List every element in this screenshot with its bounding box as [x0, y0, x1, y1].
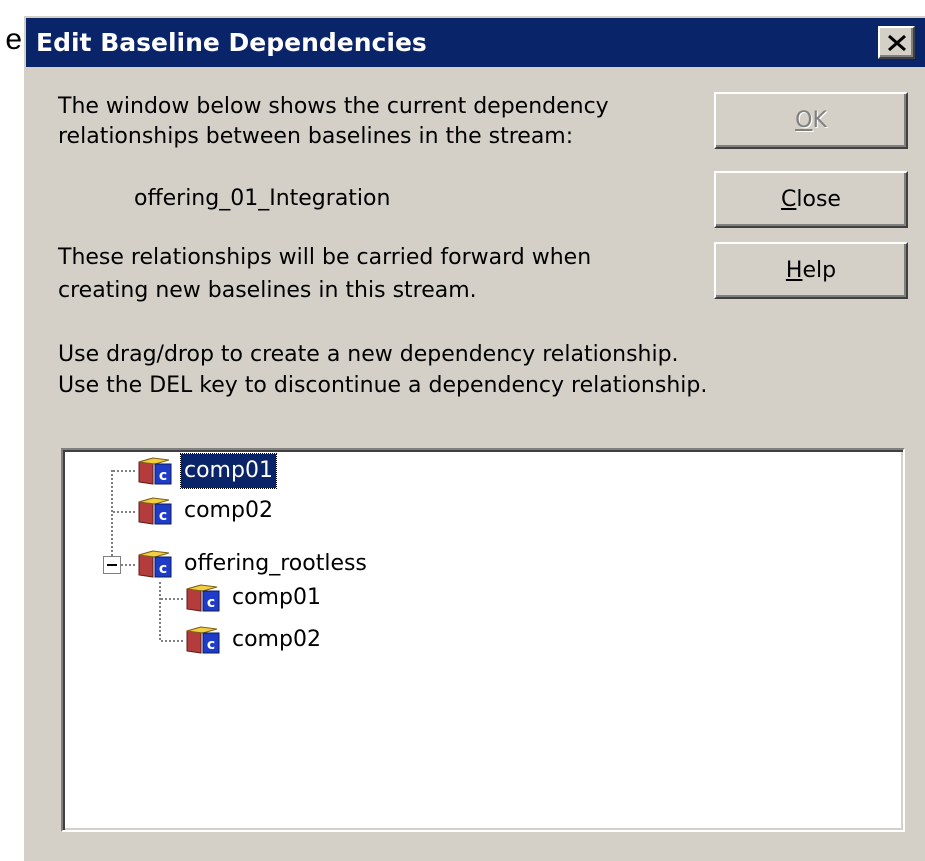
ok-mnemonic: O [795, 108, 813, 133]
title-bar[interactable]: Edit Baseline Dependencies [26, 18, 925, 67]
component-cube-icon: c [186, 584, 220, 612]
collapse-toggle-icon[interactable] [103, 556, 121, 574]
help-mnemonic: H [785, 258, 803, 283]
description-line-2: relationships between baselines in the s… [58, 124, 574, 149]
tree-connector [113, 511, 135, 513]
dependency-tree-view[interactable]: c comp01 c comp02 c offering_rootless c … [61, 448, 905, 832]
svg-text:c: c [159, 561, 167, 577]
stream-name: offering_01_Integration [134, 186, 391, 211]
description-line-1: The window below shows the current depen… [58, 94, 609, 119]
svg-text:c: c [159, 468, 167, 484]
title-close-button[interactable] [878, 26, 915, 59]
tree-item-label: comp02 [184, 498, 273, 523]
description-line-4: creating new baselines in this stream. [58, 278, 477, 303]
description-line-3: These relationships will be carried forw… [58, 245, 592, 270]
tree-item-label: comp01 [232, 585, 321, 610]
tree-connector [159, 582, 161, 640]
tree-connector [161, 640, 183, 642]
tree-item-label: comp02 [232, 627, 321, 652]
svg-text:c: c [207, 637, 215, 653]
instruction-line-1: Use drag/drop to create a new dependency… [58, 342, 679, 367]
component-cube-icon: c [138, 497, 172, 525]
window-title: Edit Baseline Dependencies [36, 28, 427, 57]
ok-button[interactable]: OK [714, 92, 908, 149]
svg-text:c: c [207, 595, 215, 611]
help-button[interactable]: Help [714, 242, 908, 299]
svg-text:c: c [159, 508, 167, 524]
component-cube-icon: c [138, 550, 172, 578]
component-cube-icon: c [186, 626, 220, 654]
tree-connector [111, 470, 113, 556]
edit-baseline-dependencies-dialog: Edit Baseline Dependencies The window be… [22, 14, 925, 861]
component-cube-icon: c [138, 457, 172, 485]
close-mnemonic: C [781, 187, 797, 212]
tree-item-label: comp01 [180, 453, 277, 489]
ok-label-rest: K [812, 108, 827, 133]
close-button[interactable]: Close [714, 171, 908, 228]
tree-item-label: offering_rootless [184, 551, 367, 576]
background-window-text-fragment: e [5, 23, 22, 56]
tree-connector [113, 470, 135, 472]
close-icon [888, 34, 906, 52]
close-label-rest: lose [796, 187, 841, 212]
tree-connector [161, 598, 183, 600]
help-label-rest: elp [802, 258, 837, 283]
instruction-line-2: Use the DEL key to discontinue a depende… [58, 373, 708, 398]
tree-connector [121, 564, 135, 566]
